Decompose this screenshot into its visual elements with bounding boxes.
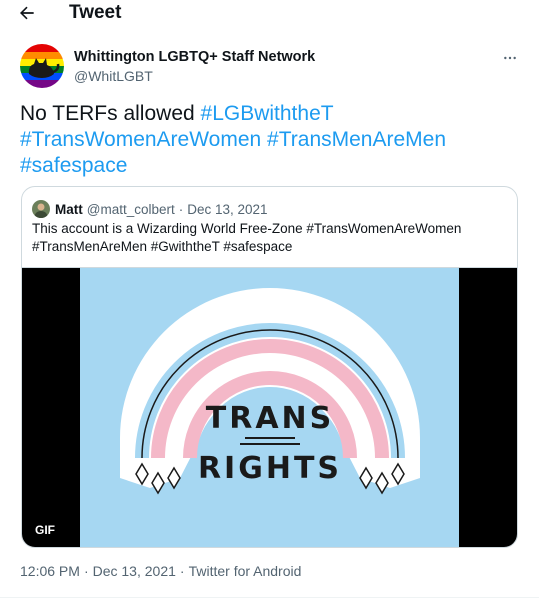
hashtag-link[interactable]: #TransWomenAreWomen (20, 128, 261, 151)
quote-separator: · (178, 201, 184, 217)
divider (0, 597, 539, 598)
more-icon (504, 56, 516, 60)
author-handle[interactable]: @WhitLGBT (74, 68, 315, 84)
tweet-meta: 12:06 PM · Dec 13, 2021 · Twitter for Androi… (20, 563, 305, 579)
quote-header: Matt @matt_colbert · Dec 13, 2021 (32, 199, 268, 219)
page-title: Tweet (69, 2, 122, 23)
more-options-button[interactable] (500, 48, 520, 68)
quote-media[interactable]: TRANS RIGHTS GIF (22, 267, 517, 547)
gif-badge: GIF (30, 521, 60, 539)
back-button[interactable] (14, 0, 40, 26)
quote-date: Dec 13, 2021 (187, 201, 268, 217)
meta-separator: · (179, 563, 185, 579)
hashtag-link[interactable]: #LGBwiththeT (201, 102, 334, 125)
trans-rights-gif: TRANS RIGHTS (80, 268, 459, 547)
quote-text: This account is a Wizarding World Free-Z… (32, 221, 462, 254)
hashtag-link[interactable]: #safespace (20, 154, 127, 177)
quoted-tweet[interactable]: Matt @matt_colbert · Dec 13, 2021 This a… (21, 186, 518, 548)
tweet-time[interactable]: 12:06 PM (20, 563, 80, 579)
quote-handle: @matt_colbert (86, 201, 175, 217)
sticker-text-trans: TRANS (206, 401, 335, 436)
avatar[interactable] (20, 44, 64, 88)
hashtag-link[interactable]: #TransMenAreMen (267, 128, 446, 151)
tweet-date[interactable]: Dec 13, 2021 (93, 563, 176, 579)
quote-avatar (32, 200, 50, 218)
author-display-name[interactable]: Whittington LGBTQ+ Staff Network (74, 49, 315, 65)
top-bar: Tweet (0, 0, 539, 26)
tweet-text: No TERFs allowed #LGBwiththeT #TransWome… (20, 101, 520, 179)
arrow-left-icon (20, 6, 34, 20)
tweet-author: Whittington LGBTQ+ Staff Network @WhitLG… (20, 44, 520, 90)
meta-separator: · (83, 563, 89, 579)
tweet-source: Twitter for Android (188, 563, 302, 579)
quote-display-name: Matt (55, 201, 83, 217)
sticker-text-rights: RIGHTS (198, 451, 342, 486)
tweet-text-plain: No TERFs allowed (20, 102, 201, 125)
